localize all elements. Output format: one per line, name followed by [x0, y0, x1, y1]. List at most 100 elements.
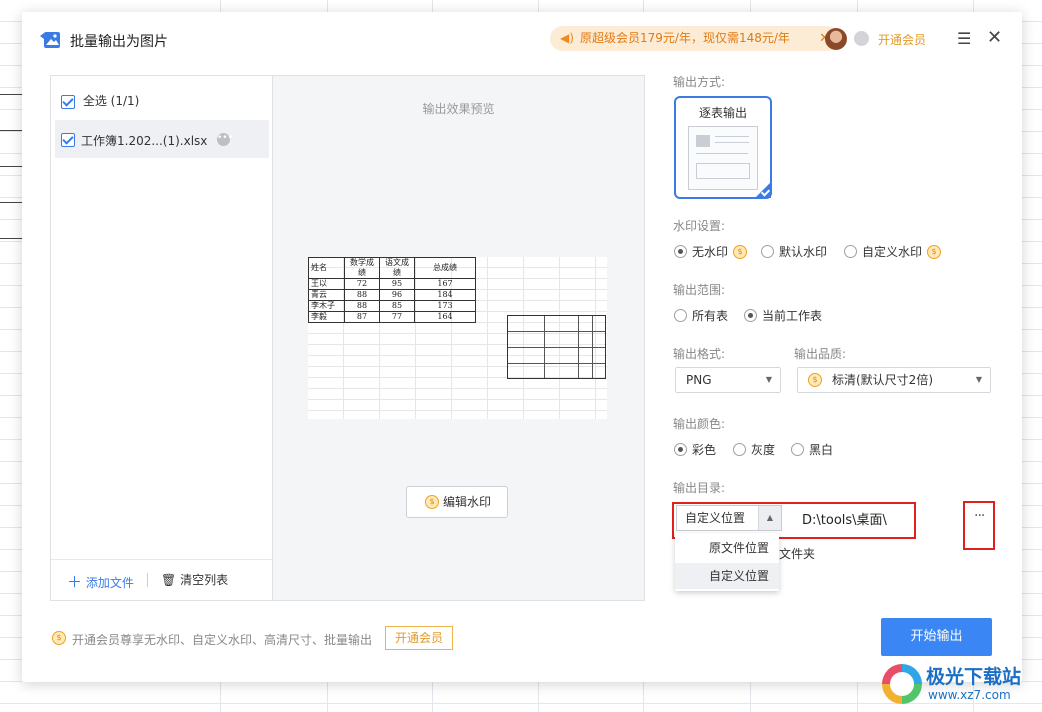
table-cell: 85 [379, 300, 415, 312]
dialog-title: 批量输出为图片 [70, 34, 168, 50]
radio-label: 当前工作表 [762, 309, 823, 323]
table-cell: 95 [379, 278, 415, 290]
range-label: 输出范围: [673, 283, 726, 297]
promo-banner[interactable]: ◀) 原超级会员179元/年，现仅需148元/年 ✕ [550, 26, 840, 51]
batch-export-dialog: 批量输出为图片 ◀) 原超级会员179元/年，现仅需148元/年 ✕ 开通会员 … [22, 12, 1022, 682]
radio-icon [674, 309, 687, 322]
file-list-panel: 全选 (1/1) 工作簿1.202...(1).xlsx ••• ＋ 添加文件 … [50, 75, 273, 601]
all-sheets-radio[interactable]: 所有表 [674, 307, 728, 324]
preview-sheet-image: 姓名 数学成绩 语文成绩 总成绩 王以 72 95 167 青云 88 96 1… [308, 257, 607, 419]
vip-coin-icon: $ [52, 631, 66, 645]
quality-value: 标清(默认尺寸2倍) [832, 373, 933, 387]
table-row: 青云 88 96 184 [308, 289, 476, 301]
dialog-titlebar: 批量输出为图片 ◀) 原超级会员179元/年，现仅需148元/年 ✕ 开通会员 … [22, 12, 1022, 66]
format-value: PNG [686, 373, 712, 387]
promo-text: 原超级会员179元/年，现仅需148元/年 [580, 31, 790, 45]
per-sheet-output-card[interactable]: 逐表输出 [674, 96, 772, 199]
sheet-border-line [0, 94, 22, 95]
table-cell: 77 [379, 311, 415, 323]
image-export-icon [40, 32, 60, 48]
preview-empty-table [507, 315, 606, 379]
vip-coin-icon: $ [733, 244, 748, 259]
no-watermark-radio[interactable]: 无水印 $ [674, 243, 748, 260]
grayscale-radio[interactable]: 灰度 [733, 441, 775, 458]
vip-benefits-note: 开通会员尊享无水印、自定义水印、高清尺寸、批量输出 [72, 633, 373, 647]
radio-selected-icon [674, 245, 687, 258]
preview-table: 姓名 数学成绩 语文成绩 总成绩 王以 72 95 167 青云 88 96 1… [308, 257, 476, 323]
add-file-label: 添加文件 [85, 576, 134, 590]
site-watermark-logo: 极光下载站 www.xz7.com [880, 660, 1040, 708]
file-name: 工作簿1.202...(1).xlsx [81, 134, 208, 148]
document-icon [688, 126, 758, 190]
table-cell: 87 [344, 311, 380, 323]
open-vip-link[interactable]: 开通会员 [878, 31, 926, 48]
table-cell: 96 [379, 289, 415, 301]
file-list-footer: ＋ 添加文件 🗑 清空列表 [51, 559, 273, 600]
open-vip-button[interactable]: 开通会员 [385, 626, 453, 650]
radio-selected-icon [674, 443, 687, 456]
radio-label: 默认水印 [779, 245, 828, 259]
color-label: 输出颜色: [673, 417, 726, 431]
radio-icon [844, 245, 857, 258]
select-all-checkbox[interactable]: 全选 (1/1) [61, 92, 139, 109]
table-cell: 173 [414, 300, 476, 312]
radio-selected-icon [744, 309, 757, 322]
add-file-button[interactable]: ＋ 添加文件 [67, 571, 134, 592]
file-list-item[interactable]: 工作簿1.202...(1).xlsx ••• [55, 120, 269, 158]
sheet-border-line [0, 202, 22, 203]
radio-label: 彩色 [692, 443, 717, 457]
preview-panel: 输出效果预览 姓名 数学成绩 语文成绩 总成绩 王以 72 95 167 青云 [272, 75, 645, 601]
color-radio[interactable]: 彩色 [674, 441, 716, 458]
table-header-cell: 姓名 [308, 257, 345, 279]
selected-check-icon [755, 182, 771, 198]
menu-icon[interactable]: ☰ [957, 29, 971, 48]
table-row: 王以 72 95 167 [308, 278, 476, 290]
clear-list-button[interactable]: 🗑 清空列表 [161, 571, 228, 588]
highlight-box-browse [963, 501, 995, 550]
table-cell: 184 [414, 289, 476, 301]
table-cell: 167 [414, 278, 476, 290]
table-cell: 88 [344, 289, 380, 301]
radio-icon [761, 245, 774, 258]
black-white-radio[interactable]: 黑白 [791, 441, 833, 458]
table-cell: 164 [414, 311, 476, 323]
speaker-icon: ◀) [560, 31, 574, 45]
close-icon[interactable]: ✕ [987, 27, 1002, 48]
table-cell: 王以 [308, 278, 345, 290]
custom-watermark-radio[interactable]: 自定义水印 $ [844, 243, 942, 260]
watermark-label: 水印设置: [673, 219, 726, 233]
dropdown-option-custom-location[interactable]: 自定义位置 [675, 563, 779, 589]
site-logo-url: www.xz7.com [928, 688, 1011, 702]
avatar[interactable] [825, 28, 847, 50]
table-cell: 李毅 [308, 311, 345, 323]
output-mode-label: 输出方式: [673, 75, 726, 89]
radio-label: 灰度 [751, 443, 776, 457]
more-options-icon[interactable]: ••• [217, 133, 233, 146]
vip-coin-icon: $ [927, 244, 942, 259]
table-cell: 88 [344, 300, 380, 312]
preview-label: 输出效果预览 [422, 102, 495, 116]
site-logo-icon [882, 664, 922, 704]
chevron-down-icon: ▼ [975, 375, 982, 384]
vip-coin-icon: $ [425, 495, 439, 509]
start-export-button[interactable]: 开始输出 [881, 618, 992, 656]
default-watermark-radio[interactable]: 默认水印 [761, 243, 827, 260]
vip-coin-icon: $ [808, 373, 822, 387]
radio-label: 黑白 [809, 443, 834, 457]
table-row: 李木子 88 85 173 [308, 300, 476, 312]
edit-watermark-button[interactable]: $ 编辑水印 [406, 486, 508, 518]
table-header-row: 姓名 数学成绩 语文成绩 总成绩 [308, 257, 476, 279]
checkbox-checked-icon[interactable] [61, 133, 75, 147]
table-header-cell: 数学成绩 [344, 257, 380, 279]
sheet-border-line [0, 166, 22, 167]
plus-icon: ＋ [67, 573, 83, 591]
quality-select[interactable]: $ 标清(默认尺寸2倍) ▼ [797, 367, 991, 393]
table-header-cell: 语文成绩 [379, 257, 415, 279]
output-dir-label: 输出目录: [673, 481, 726, 495]
current-sheet-radio[interactable]: 当前工作表 [744, 307, 822, 324]
dropdown-option-original-location[interactable]: 原文件位置 [675, 535, 779, 561]
format-select[interactable]: PNG ▼ [675, 367, 781, 393]
chevron-down-icon: ▼ [765, 375, 772, 384]
trash-icon: 🗑 [161, 573, 177, 587]
folder-option-text: 文件夹 [779, 547, 816, 561]
